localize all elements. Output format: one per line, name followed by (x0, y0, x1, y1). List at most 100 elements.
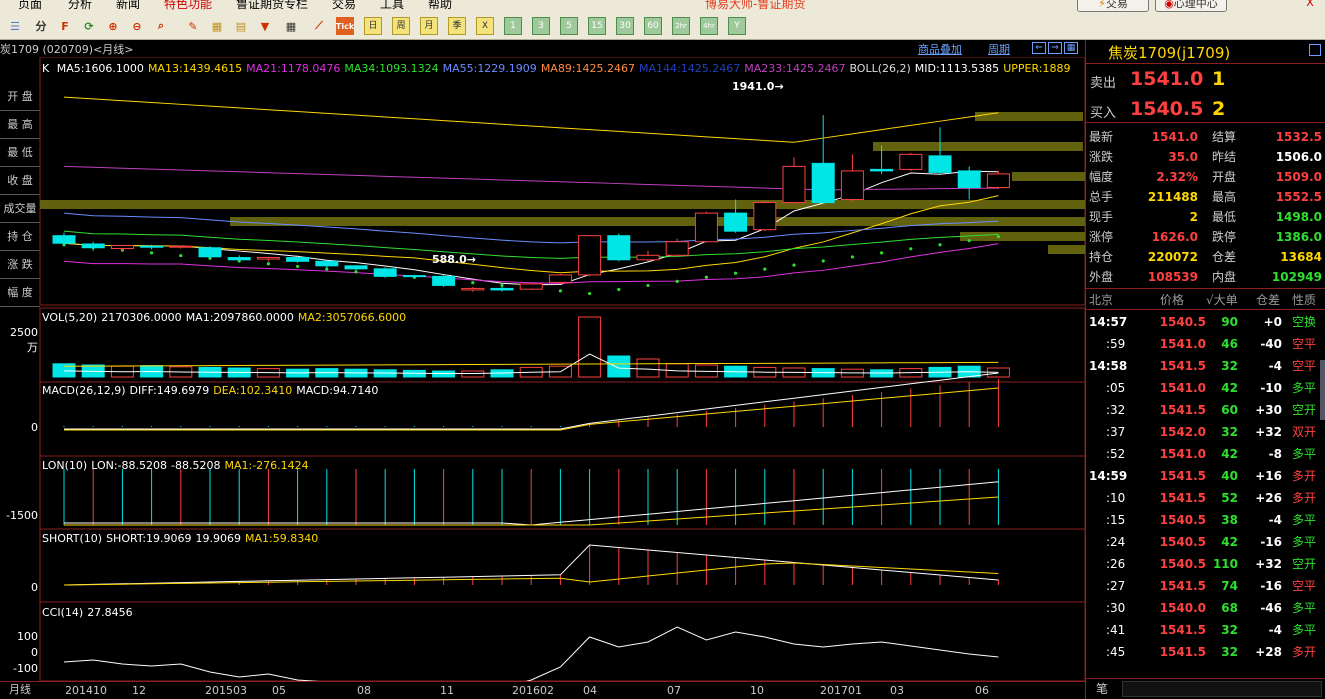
trade-list: 14:57 1540.5 90 +0 空换:59 1541.0 46 -40 空平 14:58 15… (1086, 311, 1320, 667)
quote-value: 2 (1189, 210, 1198, 224)
menu-bar: 页面 分析 新闻 特色功能 鲁证期货专栏 交易 工具 帮助 博易大师-鲁证期货 … (0, 0, 1325, 12)
trade-time: :45 (1106, 645, 1126, 659)
low-annotation: 588.0→ (432, 253, 477, 266)
quote-value: 35.0 (1168, 150, 1198, 164)
vol-ma2: MA2:3057066.6000 (297, 311, 407, 324)
period-1min-button[interactable]: 1 (504, 17, 522, 35)
ma-legend-item: BOLL(26,2) (849, 62, 911, 75)
period-month-button[interactable]: 月 (420, 17, 438, 35)
grid-icon[interactable]: ▦ (1064, 42, 1078, 54)
center-button-label: 心理中心 (1173, 0, 1218, 10)
toolbar: ☰ 分 F ⟳ ⊕ ⊖ ⌕ ✎ ▦ ▤ ▼ ▦ ⟋ Tick 日 周 月 季 X… (0, 12, 1325, 40)
menu-news[interactable]: 新闻 (116, 0, 140, 12)
line-chart-icon[interactable]: ⟋ (310, 17, 328, 35)
trade-row: :59 1541.0 46 -40 空平 (1086, 333, 1325, 355)
search-icon[interactable]: ⌕ (152, 17, 170, 35)
menu-trade[interactable]: 交易 (332, 0, 356, 12)
period-year-button[interactable]: Y (728, 17, 746, 35)
table-icon[interactable]: ▦ (282, 17, 300, 35)
period-label: 月线 (0, 681, 40, 699)
quote-label: 涨跌 (1089, 150, 1114, 164)
ma-legend-item: MA233:1425.2467 (744, 62, 846, 75)
quote-label: 仓差 (1212, 250, 1237, 264)
list-icon[interactable]: ☰ (6, 17, 24, 35)
period-5min-button[interactable]: 5 (560, 17, 578, 35)
trade-scrollbar[interactable] (1320, 360, 1325, 420)
trade-diff: +28 (1255, 645, 1282, 659)
footer-input[interactable] (1122, 681, 1322, 697)
trade-volume: 40 (1221, 469, 1238, 483)
macd-label: MACD(26,12,9) (42, 384, 126, 397)
zoom-out-icon[interactable]: ⊖ (128, 17, 146, 35)
period-30min-button[interactable]: 30 (616, 17, 634, 35)
sell-price[interactable]: 1541.0 (1130, 68, 1203, 90)
period-3min-button[interactable]: 3 (532, 17, 550, 35)
trade-diff: -16 (1260, 579, 1282, 593)
trade-time: :41 (1106, 623, 1126, 637)
trade-volume: 46 (1221, 337, 1238, 351)
center-button[interactable]: ◉心理中心 (1155, 0, 1227, 12)
quote-label: 跌停 (1212, 230, 1237, 244)
quote-label: 内盘 (1212, 270, 1237, 284)
quote-value: 102949 (1271, 270, 1322, 284)
period-week-button[interactable]: 周 (392, 17, 410, 35)
close-button[interactable]: X (1297, 0, 1323, 12)
candle-body (578, 235, 602, 276)
indicator-icon[interactable]: ▤ (232, 17, 250, 35)
overlay-link[interactable]: 商品叠加 (918, 41, 962, 57)
quote-label: 最新 (1089, 130, 1114, 144)
trade-nature: 多平 (1292, 601, 1317, 615)
trade-price: 1541.5 (1159, 579, 1206, 593)
refresh-icon[interactable]: ⟳ (80, 17, 98, 35)
quote-label: 现手 (1089, 210, 1114, 224)
period-quarter-button[interactable]: 季 (448, 17, 466, 35)
menu-luzheng-column[interactable]: 鲁证期货专栏 (236, 0, 308, 12)
period-day-button[interactable]: 日 (364, 17, 382, 35)
menu-features[interactable]: 特色功能 (164, 0, 212, 12)
period-custom-button[interactable]: X (476, 17, 494, 35)
f10-icon[interactable]: F (56, 17, 74, 35)
zoom-in-icon[interactable]: ⊕ (104, 17, 122, 35)
quote-label: 开盘 (1212, 170, 1237, 184)
trade-nature: 多开 (1292, 469, 1317, 483)
period-4hr-button[interactable]: 4hr (700, 17, 718, 35)
trade-button[interactable]: ⚡交易 (1077, 0, 1149, 12)
trade-time: :05 (1106, 381, 1126, 395)
candle-body (636, 254, 660, 261)
boll-dot (675, 279, 679, 283)
trade-row: :41 1541.5 32 -4 多平 (1086, 619, 1325, 641)
arrow-left-icon[interactable]: ⇐ (1032, 42, 1046, 54)
trade-diff: -4 (1268, 513, 1282, 527)
buy-price[interactable]: 1540.5 (1130, 98, 1203, 120)
period-2hr-button[interactable]: 2hr (672, 17, 690, 35)
menu-page[interactable]: 页面 (18, 0, 42, 12)
menu-tools[interactable]: 工具 (380, 0, 404, 12)
arrow-right-icon[interactable]: ⇒ (1048, 42, 1062, 54)
period-15min-button[interactable]: 15 (588, 17, 606, 35)
layout-icon[interactable]: ▦ (208, 17, 226, 35)
trade-time: 14:59 (1089, 469, 1128, 483)
x-tick: 05 (272, 684, 286, 697)
volume-bar (461, 370, 485, 378)
period-60min-button[interactable]: 60 (644, 17, 662, 35)
draw-icon[interactable]: ✎ (184, 17, 202, 35)
trade-time: :24 (1106, 535, 1126, 549)
candle-body (81, 243, 105, 249)
filter-icon[interactable]: ▼ (256, 17, 274, 35)
quote-value: 1386.0 (1275, 230, 1322, 244)
short-legend: SHORT(10) SHORT:19.9069 19.9069 MA1:59.8340 (42, 532, 322, 545)
menu-analysis[interactable]: 分析 (68, 0, 92, 12)
tick-icon[interactable]: Tick (336, 17, 354, 35)
trade-time: :52 (1106, 447, 1126, 461)
lon-label: LON(10) (42, 459, 88, 472)
expand-icon[interactable] (1309, 44, 1321, 56)
trade-price: 1540.5 (1159, 535, 1206, 549)
vol-ma2-line (63, 361, 999, 367)
period-link[interactable]: 周期 (988, 41, 1010, 57)
x-tick: 03 (890, 684, 904, 697)
chart-canvas[interactable] (0, 57, 1085, 681)
volume-bar (636, 358, 660, 378)
quote-value: 1498.0 (1275, 210, 1322, 224)
fenshi-icon[interactable]: 分 (32, 17, 50, 35)
menu-help[interactable]: 帮助 (428, 0, 452, 12)
